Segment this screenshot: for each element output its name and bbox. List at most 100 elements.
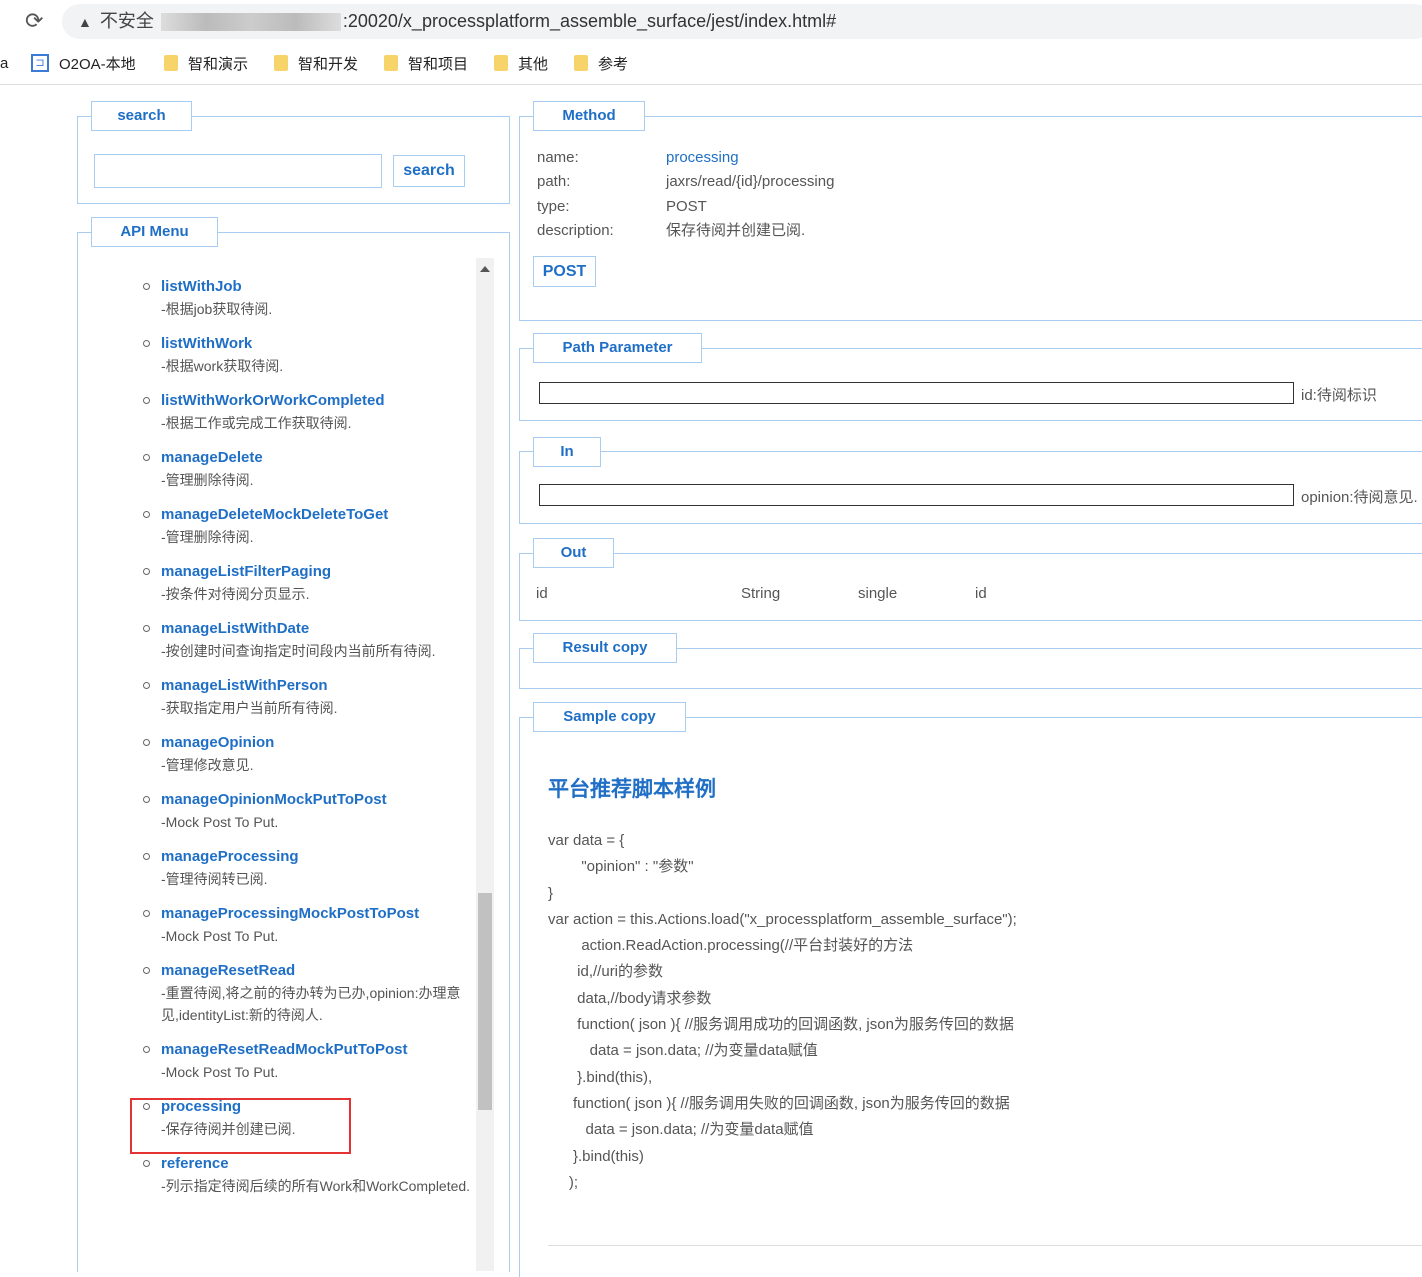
menu-item-name[interactable]: manageProcessingMockPostToPost xyxy=(161,903,480,925)
sample-title: 平台推荐脚本样例 xyxy=(548,778,716,801)
bookmark-folder[interactable]: 智和开发 xyxy=(274,52,358,74)
menu-scrollbar[interactable] xyxy=(476,258,494,1271)
method-description: 保存待阅并创建已阅. xyxy=(666,222,806,239)
menu-item-listWithWorkOrWorkCompleted[interactable]: listWithWorkOrWorkCompleted -根据工作或完成工作获取待… xyxy=(140,390,480,434)
redacted-host xyxy=(160,13,341,32)
post-button[interactable]: POST xyxy=(533,256,596,287)
name-label: name: xyxy=(537,149,579,166)
menu-item-desc: -根据工作或完成工作获取待阅. xyxy=(161,415,352,431)
menu-item-name[interactable]: manageOpinion xyxy=(161,732,480,754)
bookmark-label: 智和开发 xyxy=(298,55,359,73)
id-input[interactable] xyxy=(539,382,1294,404)
menu-item-manageListWithPerson[interactable]: manageListWithPerson -获取指定用户当前所有待阅. xyxy=(140,675,480,719)
menu-item-manageListFilterPaging[interactable]: manageListFilterPaging -按条件对待阅分页显示. xyxy=(140,561,480,605)
menu-item-name[interactable]: manageListWithPerson xyxy=(161,675,480,697)
menu-item-listWithJob[interactable]: listWithJob -根据job获取待阅. xyxy=(140,276,480,320)
menu-item-manageResetRead[interactable]: manageResetRead -重置待阅,将之前的待办转为已办,opinion:… xyxy=(140,960,480,1026)
reload-icon[interactable]: ⟳ xyxy=(25,8,43,34)
menu-item-name[interactable]: manageDeleteMockDeleteToGet xyxy=(161,504,480,526)
menu-item-name[interactable]: listWithWorkOrWorkCompleted xyxy=(161,390,480,412)
sample-copy-legend[interactable]: Sample copy xyxy=(533,702,686,732)
bullet-icon xyxy=(143,511,150,518)
out-field-desc: id xyxy=(975,585,987,602)
bookmark-folder[interactable]: 参考 xyxy=(574,52,628,74)
menu-item-listWithWork[interactable]: listWithWork -根据work获取待阅. xyxy=(140,333,480,377)
url-text: :20020/x_processplatform_assemble_surfac… xyxy=(342,11,837,31)
menu-item-manageResetReadMockPutToPost[interactable]: manageResetReadMockPutToPost -Mock Post T… xyxy=(140,1039,480,1083)
search-legend: search xyxy=(91,101,192,131)
result-copy-legend[interactable]: Result copy xyxy=(533,633,677,663)
menu-item-manageProcessing[interactable]: manageProcessing -管理待阅转已阅. xyxy=(140,846,480,890)
method-name: processing xyxy=(666,149,739,166)
menu-item-name[interactable]: manageResetReadMockPutToPost xyxy=(161,1039,480,1061)
menu-item-desc: -管理删除待阅. xyxy=(161,472,254,488)
menu-item-desc: -重置待阅,将之前的待办转为已办,opinion:办理意见,identityLi… xyxy=(161,985,461,1023)
folder-icon xyxy=(384,55,398,71)
insecure-label: 不安全 xyxy=(99,11,154,31)
menu-item-manageListWithDate[interactable]: manageListWithDate -按创建时间查询指定时间段内当前所有待阅. xyxy=(140,618,480,662)
menu-item-desc: -Mock Post To Put. xyxy=(161,1064,279,1080)
bullet-icon xyxy=(143,340,150,347)
bookmark-folder[interactable]: 智和项目 xyxy=(384,52,468,74)
menu-item-manageOpinion[interactable]: manageOpinion -管理修改意见. xyxy=(140,732,480,776)
menu-item-name[interactable]: listWithJob xyxy=(161,276,480,298)
folder-icon xyxy=(494,55,508,71)
menu-item-desc: -列示指定待阅后续的所有Work和WorkCompleted. xyxy=(161,1178,471,1194)
path-label: path: xyxy=(537,173,571,190)
menu-item-desc: -管理修改意见. xyxy=(161,757,254,773)
menu-item-desc: -根据job获取待阅. xyxy=(161,301,273,317)
method-panel xyxy=(519,116,1422,321)
bookmark-o2oa[interactable]: ⊐ O2OA-本地 xyxy=(31,52,136,74)
menu-item-name[interactable]: manageListFilterPaging xyxy=(161,561,480,583)
menu-item-manageDelete[interactable]: manageDelete -管理删除待阅. xyxy=(140,447,480,491)
bullet-icon xyxy=(143,1046,150,1053)
menu-item-desc: -按条件对待阅分页显示. xyxy=(161,586,310,602)
menu-item-name[interactable]: manageListWithDate xyxy=(161,618,480,640)
method-type: POST xyxy=(666,198,707,215)
divider xyxy=(548,1245,1422,1246)
menu-item-manageOpinionMockPutToPost[interactable]: manageOpinionMockPutToPost -Mock Post To … xyxy=(140,789,480,833)
method-desc-row: description: 保存待阅并创建已阅. xyxy=(537,219,805,243)
type-label: type: xyxy=(537,198,570,215)
bullet-icon xyxy=(143,568,150,575)
menu-item-name[interactable]: manageProcessing xyxy=(161,846,480,868)
bullet-icon xyxy=(143,967,150,974)
menu-item-name[interactable]: manageResetRead xyxy=(161,960,480,982)
search-button[interactable]: search xyxy=(393,155,465,187)
bookmark-folder[interactable]: 智和演示 xyxy=(164,52,248,74)
opinion-input[interactable] xyxy=(539,484,1294,506)
scrollbar-thumb[interactable] xyxy=(478,893,492,1110)
o2-icon: ⊐ xyxy=(31,54,49,72)
menu-item-desc: -Mock Post To Put. xyxy=(161,814,279,830)
menu-item-name[interactable]: manageDelete xyxy=(161,447,480,469)
scroll-up-icon[interactable] xyxy=(480,266,490,272)
bullet-icon xyxy=(143,739,150,746)
bookmark-folder[interactable]: 其他 xyxy=(494,52,548,74)
folder-icon xyxy=(274,55,288,71)
folder-icon xyxy=(574,55,588,71)
bullet-icon xyxy=(143,853,150,860)
bullet-icon xyxy=(143,796,150,803)
id-param-label: id:待阅标识 xyxy=(1301,387,1377,404)
bookmark-label: 参考 xyxy=(598,55,629,73)
menu-item-manageDeleteMockDeleteToGet[interactable]: manageDeleteMockDeleteToGet -管理删除待阅. xyxy=(140,504,480,548)
menu-item-reference[interactable]: reference -列示指定待阅后续的所有Work和WorkCompleted. xyxy=(140,1153,480,1197)
bullet-icon xyxy=(143,910,150,917)
api-menu-list: listWithJob -根据job获取待阅. listWithWork -根据wor… xyxy=(140,276,480,1210)
method-type-row: type: POST xyxy=(537,195,707,219)
menu-item-desc: -Mock Post To Put. xyxy=(161,928,279,944)
bookmark-label: 智和演示 xyxy=(188,55,249,73)
menu-item-manageProcessingMockPostToPost[interactable]: manageProcessingMockPostToPost -Mock Post… xyxy=(140,903,480,947)
out-legend: Out xyxy=(533,538,614,568)
address-bar[interactable]: ▲ 不安全 :20020/x_processplatform_assemble_s… xyxy=(62,4,1422,39)
menu-item-name[interactable]: listWithWork xyxy=(161,333,480,355)
out-field-type: String xyxy=(741,585,781,602)
search-input[interactable] xyxy=(94,154,382,188)
menu-item-name[interactable]: manageOpinionMockPutToPost xyxy=(161,789,480,811)
bookmark-label: O2OA-本地 xyxy=(59,55,136,73)
in-legend: In xyxy=(533,437,601,467)
bookmark-cut[interactable]: a xyxy=(0,52,8,74)
bullet-icon xyxy=(143,397,150,404)
opinion-param-label: opinion:待阅意见. xyxy=(1301,489,1418,506)
menu-item-name[interactable]: reference xyxy=(161,1153,480,1175)
